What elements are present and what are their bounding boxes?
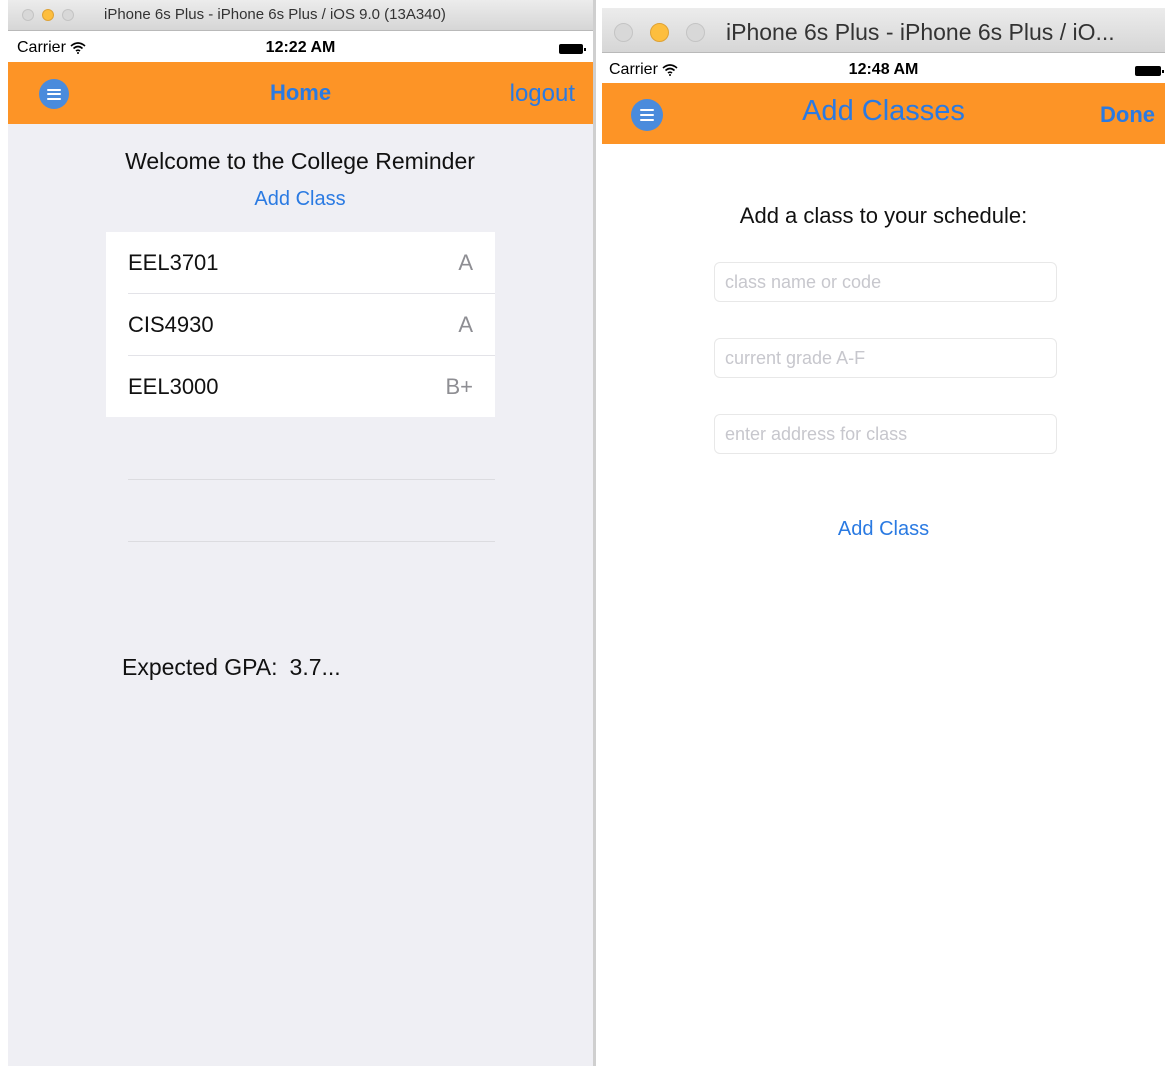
welcome-heading: Welcome to the College Reminder bbox=[125, 148, 475, 174]
zoom-window-button[interactable] bbox=[686, 23, 705, 42]
table-row[interactable]: EEL3000 B+ bbox=[106, 356, 495, 418]
form-heading: Add a class to your schedule: bbox=[739, 203, 1028, 228]
status-time: 12:48 AM bbox=[848, 61, 919, 78]
window-titlebar: iPhone 6s Plus - iPhone 6s Plus / iO... bbox=[602, 8, 1165, 53]
navigation-bar: Add Classes Done bbox=[602, 83, 1165, 144]
table-row[interactable]: CIS4930 A bbox=[106, 294, 495, 356]
nav-title: Home bbox=[269, 80, 332, 105]
class-grade: B+ bbox=[445, 374, 473, 399]
navigation-bar: Home logout bbox=[8, 62, 593, 124]
table-row[interactable]: EEL3701 A bbox=[106, 232, 495, 294]
done-button[interactable]: Done bbox=[1100, 102, 1155, 128]
class-name-field[interactable] bbox=[714, 262, 1057, 302]
status-bar: Carrier 12:22 AM bbox=[8, 31, 593, 62]
add-class-link[interactable]: Add Class bbox=[8, 188, 592, 211]
address-field[interactable] bbox=[714, 414, 1057, 454]
gpa-value: 3.7... bbox=[289, 654, 341, 680]
grade-field[interactable] bbox=[714, 338, 1057, 378]
class-name: EEL3701 bbox=[128, 250, 219, 275]
minimize-window-button[interactable] bbox=[650, 23, 669, 42]
add-class-button[interactable]: Add Class bbox=[602, 517, 1165, 542]
status-time: 12:22 AM bbox=[265, 39, 336, 56]
empty-row-divider bbox=[128, 541, 495, 542]
class-grade: A bbox=[458, 250, 473, 275]
class-list: EEL3701 A CIS4930 A EEL3000 B+ bbox=[106, 232, 495, 417]
minimize-window-button[interactable] bbox=[42, 9, 54, 21]
class-grade: A bbox=[458, 312, 473, 337]
zoom-window-button[interactable] bbox=[62, 9, 74, 21]
close-window-button[interactable] bbox=[614, 23, 633, 42]
window-divider bbox=[593, 0, 596, 1066]
window-title: iPhone 6s Plus - iPhone 6s Plus / iOS 9.… bbox=[104, 6, 446, 23]
expected-gpa: Expected GPA: 3.7... bbox=[122, 654, 341, 681]
battery-icon bbox=[559, 44, 586, 54]
battery-icon bbox=[1135, 66, 1164, 76]
nav-title: Add Classes bbox=[802, 95, 965, 127]
status-bar: Carrier 12:48 AM bbox=[602, 53, 1165, 83]
add-classes-simulator-window: iPhone 6s Plus - iPhone 6s Plus / iO... … bbox=[602, 8, 1165, 1066]
logout-button[interactable]: logout bbox=[510, 80, 575, 108]
empty-row-divider bbox=[128, 479, 495, 480]
home-simulator-window: iPhone 6s Plus - iPhone 6s Plus / iOS 9.… bbox=[8, 0, 593, 1066]
close-window-button[interactable] bbox=[22, 9, 34, 21]
window-title: iPhone 6s Plus - iPhone 6s Plus / iO... bbox=[726, 19, 1115, 45]
class-name: CIS4930 bbox=[128, 312, 214, 337]
class-name: EEL3000 bbox=[128, 374, 219, 399]
window-titlebar: iPhone 6s Plus - iPhone 6s Plus / iOS 9.… bbox=[8, 0, 593, 31]
gpa-label: Expected GPA: bbox=[122, 654, 278, 680]
